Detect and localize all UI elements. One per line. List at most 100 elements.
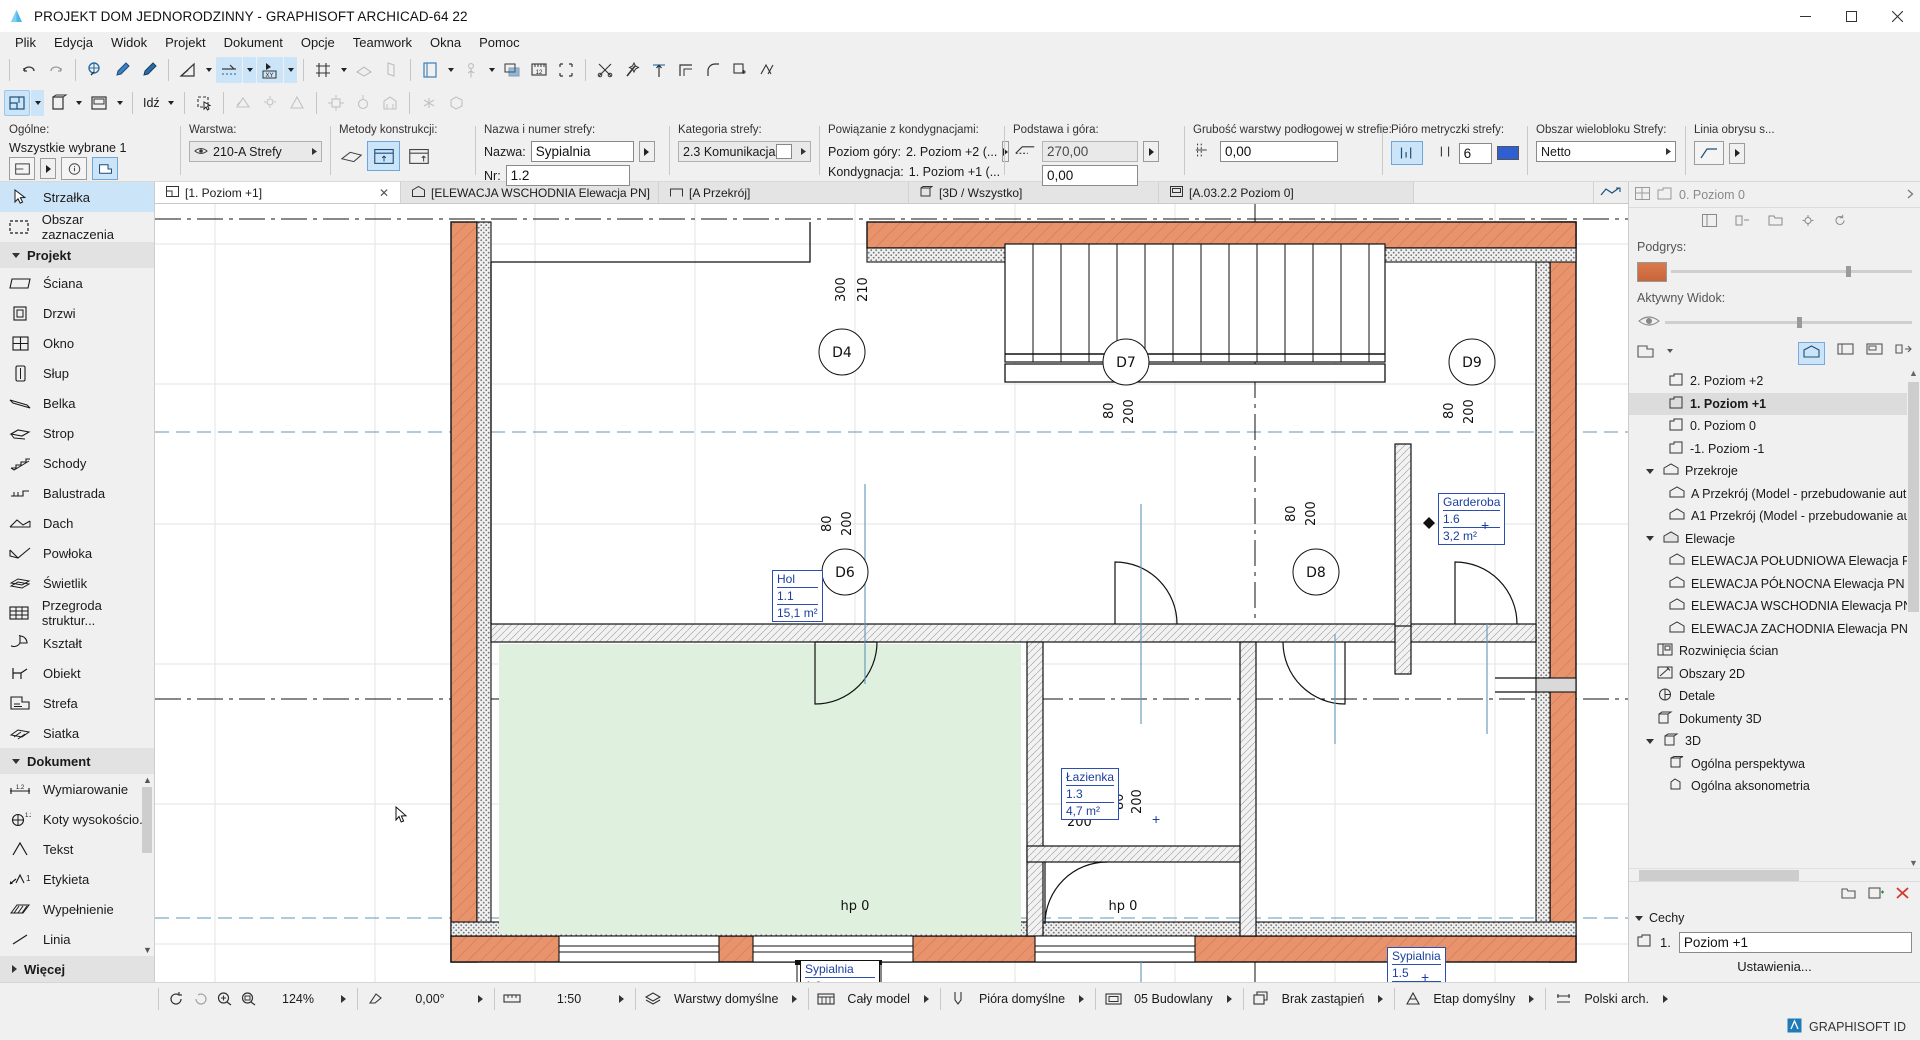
navigator-vscrollbar[interactable]: ▲ ▼: [1907, 368, 1920, 868]
tool-mesh[interactable]: Siatka: [0, 718, 154, 748]
new-folder-icon[interactable]: [1768, 214, 1783, 230]
tool-slab[interactable]: Strop: [0, 418, 154, 448]
tree-node-detale[interactable]: Detale: [1629, 685, 1920, 708]
grid-view-icon[interactable]: [1635, 187, 1650, 203]
tool-line[interactable]: Linia: [0, 924, 154, 954]
trace-reference-icon[interactable]: [499, 57, 525, 83]
energy-icon[interactable]: [284, 90, 310, 116]
preview-slider[interactable]: [1671, 270, 1912, 273]
clone-folder-icon[interactable]: [1841, 886, 1858, 903]
zone-stamp-hol[interactable]: Hol 1.1 15,1 m²: [772, 570, 823, 622]
tree-node-elewacja-poludniowa[interactable]: ELEWACJA POŁUDNIOWA Elewacja PN (Mc: [1629, 550, 1920, 573]
scale-icon[interactable]: [500, 988, 524, 1010]
tree-node-story-1[interactable]: 1. Poziom +1: [1629, 393, 1920, 416]
toolbox-section-projekt[interactable]: Projekt: [0, 242, 154, 268]
section3d-view-icon[interactable]: [45, 90, 71, 116]
layers-dialog-icon[interactable]: [417, 57, 443, 83]
grid-snap-dropdown[interactable]: [337, 57, 350, 83]
slider-knob[interactable]: [1797, 317, 1802, 328]
publisher-sets-icon[interactable]: [1895, 342, 1912, 365]
menu-edycja[interactable]: Edycja: [45, 33, 102, 52]
chevron-right-icon[interactable]: [1906, 187, 1914, 202]
top-offset-input[interactable]: 270,00: [1042, 141, 1138, 162]
method-reference-line-icon[interactable]: [402, 141, 435, 171]
zoom-previous-icon[interactable]: [164, 988, 188, 1010]
tool-beam[interactable]: Belka: [0, 388, 154, 418]
view-map-icon[interactable]: [1837, 342, 1854, 365]
layout-view-icon[interactable]: [86, 90, 112, 116]
navigator-hscrollbar[interactable]: [1629, 868, 1920, 881]
overrides-dropdown-icon[interactable]: [1378, 995, 1383, 1003]
eye-icon[interactable]: [1637, 312, 1661, 333]
tool-fill[interactable]: Wypełnienie: [0, 894, 154, 924]
zoom-value[interactable]: 124%: [260, 992, 336, 1006]
info-icon[interactable]: [61, 157, 87, 180]
pen-number-input[interactable]: 6: [1459, 143, 1493, 164]
menu-opcje[interactable]: Opcje: [292, 33, 344, 52]
ruler-icon[interactable]: 12: [526, 57, 552, 83]
delete-icon[interactable]: [1895, 886, 1910, 903]
redo-button[interactable]: [43, 57, 69, 83]
zone-settings-icon[interactable]: [92, 157, 118, 180]
maximize-button[interactable]: [1828, 0, 1874, 32]
angle-dropdown-icon[interactable]: [478, 995, 483, 1003]
zone-name-input[interactable]: Sypialnia: [531, 141, 634, 162]
box3d-icon[interactable]: [443, 90, 469, 116]
slider-knob[interactable]: [1846, 266, 1851, 277]
tool-stair[interactable]: Schody: [0, 448, 154, 478]
layer-select[interactable]: 210-A Strefy: [189, 141, 322, 162]
tool-skylight[interactable]: Świetlik: [0, 568, 154, 598]
graphic-override-icon[interactable]: [1249, 988, 1273, 1010]
fillet-icon[interactable]: [700, 57, 726, 83]
marquee-tool-icon[interactable]: [553, 57, 579, 83]
method-inner-edge-icon[interactable]: [367, 141, 400, 171]
coordinate-dropdown[interactable]: [284, 57, 297, 83]
drag-copy-icon[interactable]: [754, 57, 780, 83]
scale-value[interactable]: 1:50: [524, 992, 614, 1006]
tree-node-elewacja-polnocna[interactable]: ELEWACJA PÓŁNOCNA Elewacja PN (Mode: [1629, 573, 1920, 596]
floorplan-canvas[interactable]: 300 210 80 200 80 200 80 200 80 200 80 2…: [155, 204, 1628, 982]
floorplan-view-icon[interactable]: [4, 90, 30, 116]
tree-node-elewacja-zachodnia[interactable]: ELEWACJA ZACHODNIA Elewacja PN (Mod: [1629, 618, 1920, 641]
pen-set-icon[interactable]: [946, 988, 970, 1010]
contour-line-button[interactable]: [1694, 141, 1724, 165]
settings-button[interactable]: Ustawienia...: [1629, 955, 1920, 982]
scroll-down-icon[interactable]: ▼: [143, 945, 152, 955]
tool-text[interactable]: Tekst: [0, 834, 154, 864]
chevron-down-icon[interactable]: [1643, 469, 1657, 474]
active-view-slider[interactable]: [1665, 321, 1912, 324]
zone-tool-icon[interactable]: [9, 157, 35, 180]
renovation-value[interactable]: Etap domyślny: [1424, 992, 1524, 1006]
section3d-dropdown[interactable]: [72, 90, 85, 116]
close-icon[interactable]: ✕: [379, 186, 389, 200]
tree-node-ogolna-perspektywa[interactable]: Ogólna perspektywa: [1629, 753, 1920, 776]
zone-name-dropdown[interactable]: [639, 141, 655, 162]
scroll-up-icon[interactable]: ▲: [1909, 368, 1918, 378]
tree-node-3d[interactable]: 3D: [1629, 730, 1920, 753]
tab-options-icon[interactable]: [1594, 182, 1628, 203]
angle-value[interactable]: 0,00°: [387, 992, 473, 1006]
zoom-in-icon[interactable]: [212, 988, 236, 1010]
measure-icon[interactable]: [82, 57, 108, 83]
guide-line-icon[interactable]: [216, 57, 242, 83]
navigator-tree[interactable]: 2. Poziom +2 1. Poziom +1 0. Poziom 0 -1…: [1629, 368, 1920, 868]
layout-book-icon[interactable]: [1866, 342, 1883, 365]
tool-dimension[interactable]: 1.2 Wymiarowanie: [0, 774, 154, 804]
structure-display-icon[interactable]: [1101, 988, 1125, 1010]
layers-dropdown-icon[interactable]: [792, 995, 797, 1003]
angle-snap-icon[interactable]: [175, 57, 201, 83]
pen-color-swatch[interactable]: [1497, 146, 1519, 160]
tool-column[interactable]: Słup: [0, 358, 154, 388]
base-offset-input[interactable]: 0,00: [1042, 165, 1138, 186]
map-dropdown-icon[interactable]: [1666, 344, 1674, 362]
multiply-icon[interactable]: [727, 57, 753, 83]
contour-line-dropdown[interactable]: [1729, 143, 1745, 164]
overrides-value[interactable]: Brak zastąpień: [1273, 992, 1374, 1006]
eyedropper-icon[interactable]: [109, 57, 135, 83]
tool-railing[interactable]: Balustrada: [0, 478, 154, 508]
tool-level-dimension[interactable]: 1.2 Koty wysokościo...: [0, 804, 154, 834]
pointer-select-icon[interactable]: [191, 90, 217, 116]
model-view-icon[interactable]: [814, 988, 838, 1010]
menu-okna[interactable]: Okna: [421, 33, 470, 52]
tool-wall[interactable]: Ściana: [0, 268, 154, 298]
